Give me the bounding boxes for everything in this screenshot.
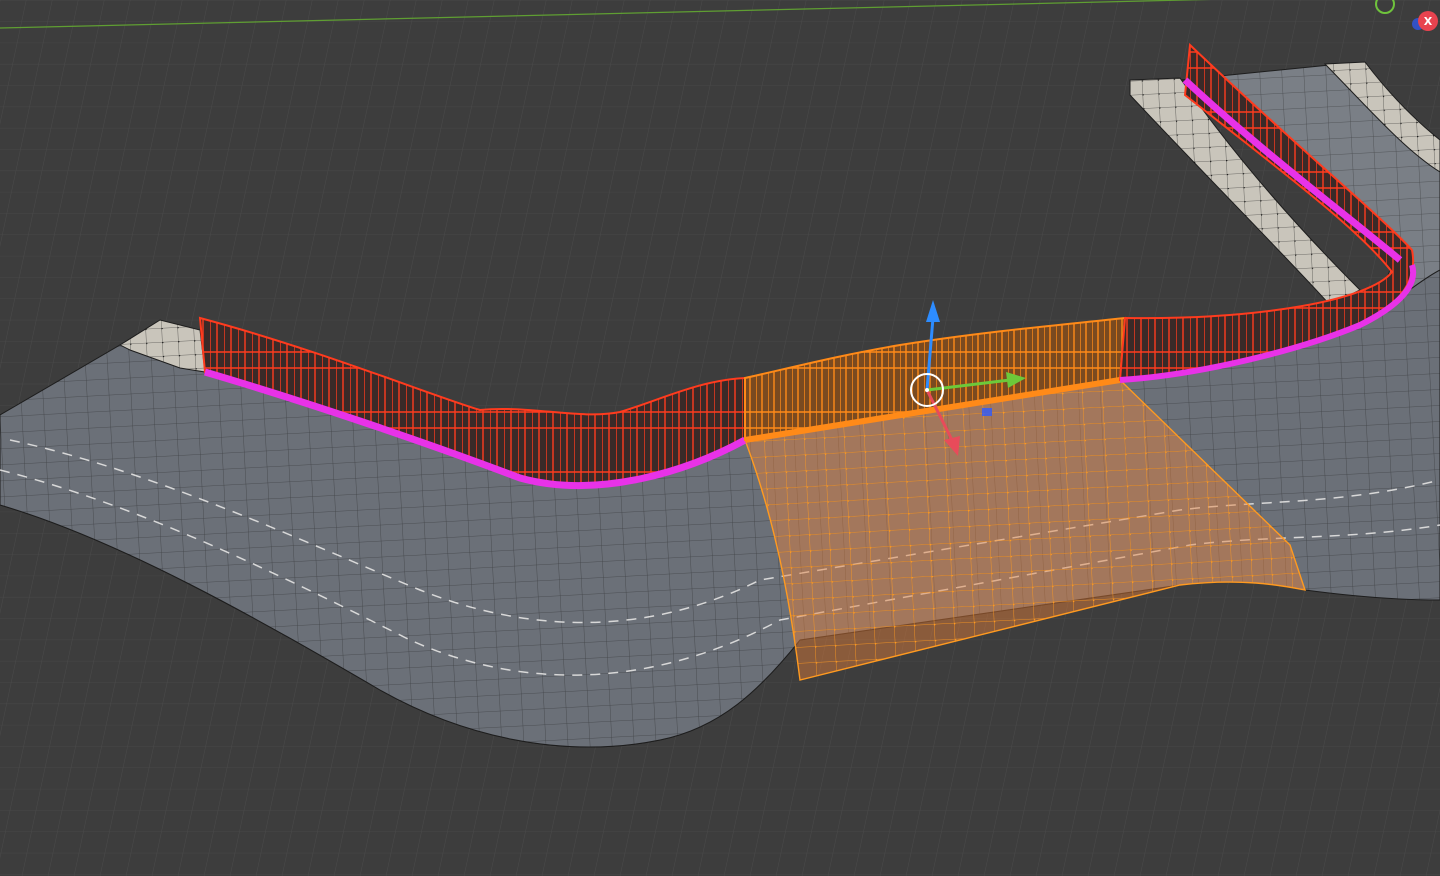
gizmo-plane-handle[interactable] [982, 408, 992, 416]
nav-gizmo-x-label: X [1424, 15, 1433, 28]
3d-viewport[interactable]: X [0, 0, 1440, 876]
gizmo-pivot-dot [925, 388, 929, 392]
scene-canvas[interactable]: X [0, 0, 1440, 876]
